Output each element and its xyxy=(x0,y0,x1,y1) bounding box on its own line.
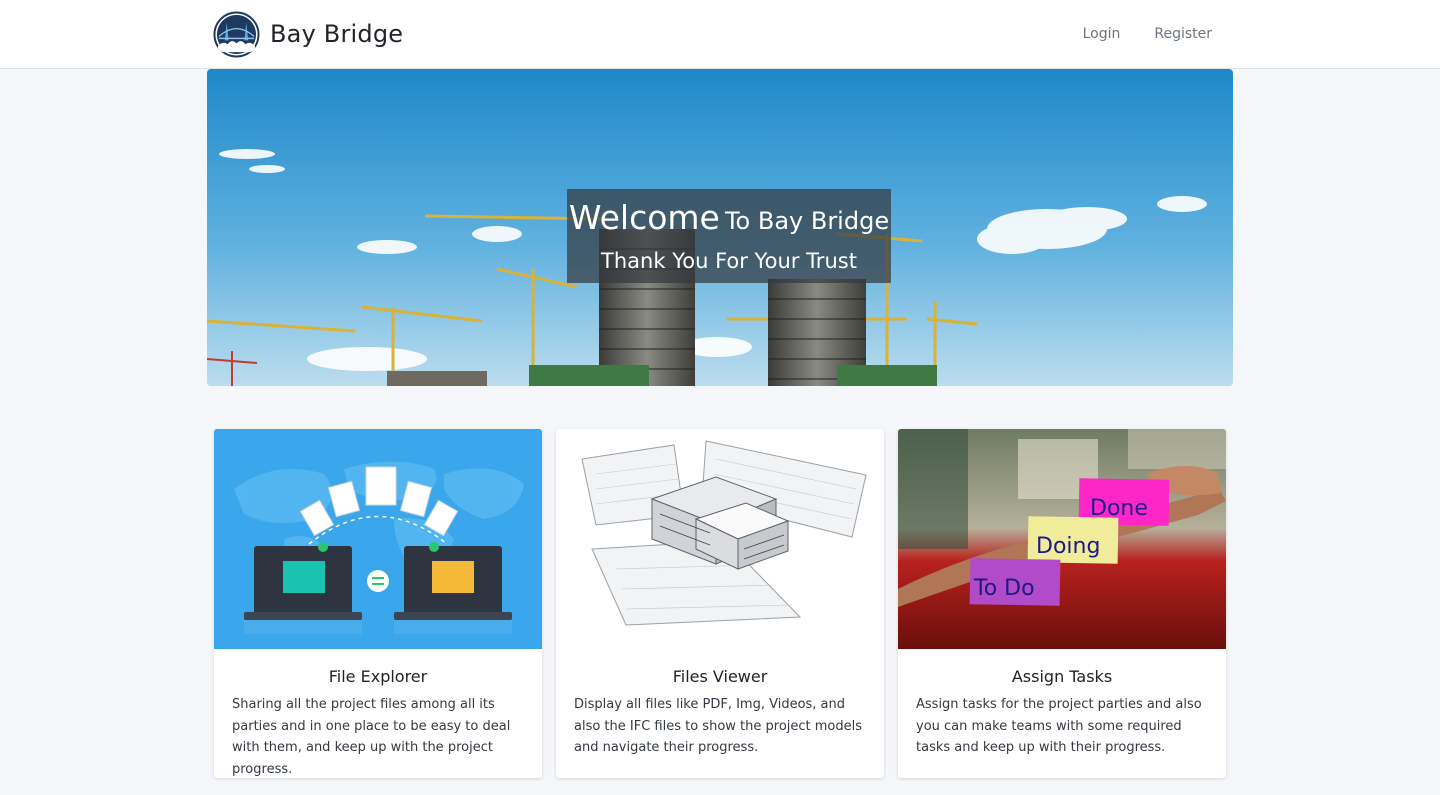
hero-title-welcome: Welcome xyxy=(568,198,720,237)
file-transfer-illustration xyxy=(214,429,542,649)
hero-title-rest: To Bay Bridge xyxy=(724,207,890,235)
card-title: File Explorer xyxy=(328,667,428,686)
card-text: Display all files like PDF, Img, Videos,… xyxy=(574,697,863,755)
card-files-viewer[interactable]: Files Viewer Display all files like PDF,… xyxy=(556,429,884,778)
nav-links: Login Register xyxy=(1083,0,1212,67)
card-text: Assign tasks for the project parties and… xyxy=(916,697,1202,755)
register-link[interactable]: Register xyxy=(1154,26,1212,42)
login-link[interactable]: Login xyxy=(1083,26,1121,42)
hero-title: Welcome To Bay Bridge xyxy=(567,200,891,242)
bim-model-illustration xyxy=(556,429,884,649)
note-doing: Doing xyxy=(1036,534,1100,559)
card-title: Files Viewer xyxy=(672,667,768,686)
card-text: Sharing all the project files among all … xyxy=(232,697,511,777)
top-navbar: Bay Bridge Login Register xyxy=(0,0,1440,69)
hero-caption: Welcome To Bay Bridge Thank You For Your… xyxy=(567,189,891,283)
hero-banner: Welcome To Bay Bridge Thank You For Your… xyxy=(207,69,1233,386)
card-file-explorer[interactable]: File Explorer Sharing all the project fi… xyxy=(214,429,542,778)
brand-name: Bay Bridge xyxy=(270,20,404,48)
sticky-notes-photo: Done Doing To Do xyxy=(898,429,1226,649)
brand-link[interactable]: Bay Bridge xyxy=(213,10,403,58)
hero-subtitle: Thank You For Your Trust xyxy=(601,249,857,273)
feature-cards: File Explorer Sharing all the project fi… xyxy=(214,429,1227,779)
card-assign-tasks[interactable]: Done Doing To Do Assign Tasks Assign tas… xyxy=(898,429,1226,778)
note-done: Done xyxy=(1090,496,1148,521)
bay-bridge-logo-icon xyxy=(213,10,260,58)
card-title: Assign Tasks xyxy=(1011,667,1113,686)
note-todo: To Do xyxy=(973,576,1035,601)
